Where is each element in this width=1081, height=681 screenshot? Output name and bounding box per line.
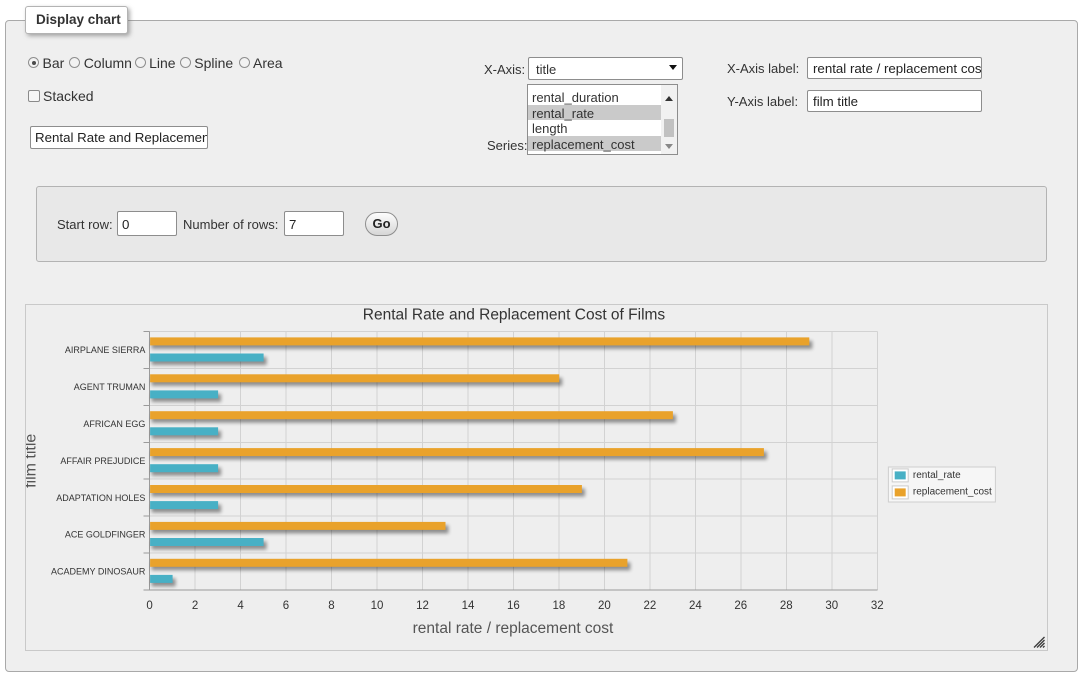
svg-text:18: 18 bbox=[553, 600, 566, 612]
svg-text:28: 28 bbox=[780, 600, 793, 612]
svg-text:rental_rate: rental_rate bbox=[913, 470, 961, 481]
svg-text:AFRICAN EGG: AFRICAN EGG bbox=[83, 419, 145, 429]
svg-text:4: 4 bbox=[237, 600, 244, 612]
svg-text:32: 32 bbox=[871, 600, 884, 612]
svg-text:26: 26 bbox=[734, 600, 747, 612]
svg-text:10: 10 bbox=[371, 600, 384, 612]
svg-text:AFFAIR PREJUDICE: AFFAIR PREJUDICE bbox=[60, 456, 145, 466]
svg-text:AIRPLANE SIERRA: AIRPLANE SIERRA bbox=[65, 345, 146, 355]
svg-text:6: 6 bbox=[283, 600, 289, 612]
svg-text:2: 2 bbox=[192, 600, 198, 612]
svg-text:24: 24 bbox=[689, 600, 702, 612]
svg-text:30: 30 bbox=[825, 600, 838, 612]
svg-text:0: 0 bbox=[146, 600, 152, 612]
svg-text:8: 8 bbox=[328, 600, 334, 612]
svg-text:ACE GOLDFINGER: ACE GOLDFINGER bbox=[65, 530, 146, 540]
svg-text:ADAPTATION HOLES: ADAPTATION HOLES bbox=[56, 493, 145, 503]
svg-text:22: 22 bbox=[644, 600, 657, 612]
svg-text:AGENT TRUMAN: AGENT TRUMAN bbox=[74, 382, 146, 392]
svg-text:20: 20 bbox=[598, 600, 611, 612]
svg-text:replacement_cost: replacement_cost bbox=[913, 486, 992, 497]
svg-text:film title: film title bbox=[26, 434, 40, 488]
svg-text:Rental Rate and Replacement Co: Rental Rate and Replacement Cost of Film… bbox=[363, 307, 666, 324]
svg-text:12: 12 bbox=[416, 600, 429, 612]
svg-text:ACADEMY DINOSAUR: ACADEMY DINOSAUR bbox=[51, 567, 146, 577]
svg-text:16: 16 bbox=[507, 600, 520, 612]
svg-text:14: 14 bbox=[462, 600, 475, 612]
svg-text:rental rate / replacement cost: rental rate / replacement cost bbox=[413, 620, 614, 637]
